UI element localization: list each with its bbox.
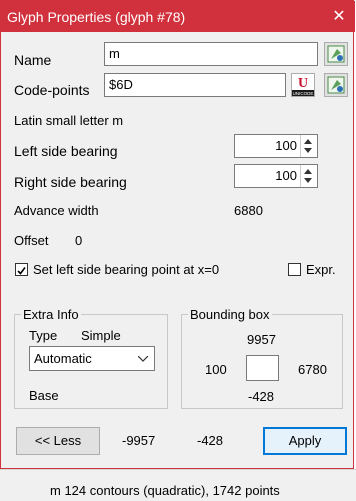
unicode-button[interactable]: U UNICODE	[291, 73, 315, 97]
set-lsb-checkbox[interactable]	[15, 263, 28, 276]
svg-text:UNICODE: UNICODE	[293, 91, 314, 96]
type-label: Type	[29, 328, 58, 343]
name-edit-button[interactable]	[324, 42, 348, 66]
checkmark-icon	[17, 267, 26, 275]
codepoints-edit-button[interactable]	[324, 73, 348, 97]
bbox-left-value: 100	[205, 362, 227, 377]
bbox-right-value: 6780	[298, 362, 327, 377]
glyph-edit-icon	[327, 45, 345, 63]
offset-label: Offset	[14, 233, 49, 248]
right-side-bearing-spinbox[interactable]: 100	[234, 164, 318, 188]
name-label: Name	[14, 52, 52, 68]
window-title: Glyph Properties (glyph #78)	[7, 9, 186, 25]
glyph-properties-dialog: Glyph Properties (glyph #78) ✕ Name m Co…	[0, 0, 355, 469]
bbox-bottom-value: -428	[248, 389, 275, 404]
bounding-box-group-label: Bounding box	[188, 307, 272, 322]
expr-checkbox[interactable]	[288, 263, 301, 276]
increment-icon[interactable]	[304, 169, 312, 174]
right-side-bearing-label: Right side bearing	[14, 174, 127, 190]
spinner-arrows[interactable]	[300, 165, 317, 187]
base-label: Base	[29, 388, 59, 403]
extra-info-group-label: Extra Info	[21, 307, 81, 322]
left-side-bearing-label: Left side bearing	[14, 143, 118, 159]
bbox-preview	[246, 355, 279, 381]
title-bar: Glyph Properties (glyph #78) ✕	[1, 1, 355, 32]
right-side-bearing-value: 100	[275, 168, 297, 183]
type-select[interactable]: Automatic	[29, 346, 155, 371]
type-select-value: Automatic	[34, 351, 92, 366]
footer-value-b: -428	[197, 433, 224, 448]
less-button[interactable]: << Less	[16, 427, 100, 455]
offset-value: 0	[75, 233, 83, 248]
left-side-bearing-spinbox[interactable]: 100	[234, 134, 318, 158]
glyph-edit-icon	[327, 76, 345, 94]
spinner-arrows[interactable]	[300, 135, 317, 157]
name-input[interactable]: m	[104, 42, 318, 66]
decrement-icon[interactable]	[304, 178, 312, 183]
decrement-icon[interactable]	[304, 148, 312, 153]
expr-label[interactable]: Expr.	[306, 262, 336, 277]
chevron-down-icon	[138, 356, 148, 362]
footer-value-a: -9957	[122, 433, 156, 448]
type-value: Simple	[81, 328, 121, 343]
bbox-top-value: 9957	[247, 332, 276, 347]
apply-button[interactable]: Apply	[263, 427, 347, 455]
codepoints-input[interactable]: $6D	[104, 73, 286, 97]
left-side-bearing-value: 100	[275, 138, 297, 153]
svg-text:U: U	[298, 76, 308, 91]
status-text: m 124 contours (quadratic), 1742 points	[50, 483, 280, 498]
unicode-logo-icon: U UNICODE	[292, 74, 314, 96]
increment-icon[interactable]	[304, 139, 312, 144]
advance-width-value: 6880	[234, 203, 263, 218]
codepoints-label: Code-points	[14, 82, 90, 98]
close-icon[interactable]: ✕	[331, 9, 347, 25]
status-bar: m 124 contours (quadratic), 1742 points	[0, 469, 356, 501]
advance-width-label: Advance width	[14, 203, 99, 218]
set-lsb-label[interactable]: Set left side bearing point at x=0	[33, 262, 219, 277]
glyph-description: Latin small letter m	[14, 113, 124, 128]
